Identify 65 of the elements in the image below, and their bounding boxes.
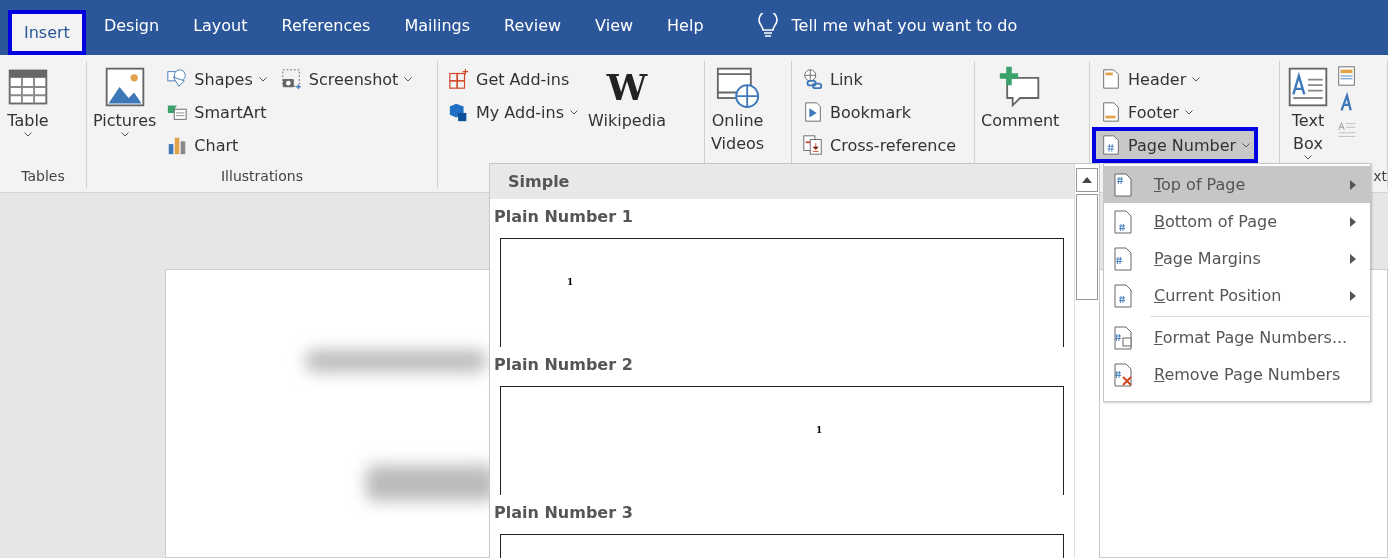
- menu-item[interactable]: Current Position: [1104, 277, 1370, 314]
- footer-icon: [1100, 101, 1122, 123]
- ribbon-button[interactable]: Bookmark: [798, 98, 961, 126]
- ribbon-button[interactable]: W Wikipedia: [588, 61, 667, 132]
- ribbon-tab[interactable]: Review: [488, 16, 578, 35]
- ribbon-button[interactable]: Footer: [1096, 98, 1255, 126]
- ribbon-button[interactable]: Table: [6, 61, 50, 137]
- page-number-icon: [1112, 209, 1134, 234]
- ribbon-tab[interactable]: Mailings: [388, 16, 486, 35]
- group-label: xt: [1372, 168, 1387, 186]
- page-number-preview[interactable]: 1: [500, 238, 1064, 347]
- ribbon-tab[interactable]: Help: [651, 16, 720, 35]
- menu-item[interactable]: Top of Page: [1104, 166, 1370, 203]
- gallery-item-title: Plain Number 3: [493, 502, 634, 524]
- camera-icon: [280, 68, 303, 90]
- search-field[interactable]: Tell me what you want to do: [791, 16, 1018, 35]
- page-number-icon: [1112, 362, 1134, 387]
- ribbon-button[interactable]: Text Box: [1286, 61, 1330, 160]
- bookmark-icon: [802, 101, 824, 123]
- shapes-icon: [166, 68, 189, 90]
- group-label: Illustrations: [220, 168, 304, 186]
- ribbon-button[interactable]: Header: [1096, 65, 1255, 93]
- ribbon-tab[interactable]: Insert: [8, 10, 86, 55]
- ribbon-button[interactable]: Cross-reference: [798, 131, 961, 159]
- ribbon-button[interactable]: Screenshot: [276, 65, 417, 93]
- page-number-icon: [1112, 325, 1134, 350]
- cover-page-icon: [1336, 65, 1358, 87]
- text-box-icon: [1286, 65, 1330, 109]
- menu-item[interactable]: Bottom of Page: [1104, 203, 1370, 240]
- ribbon-button[interactable]: Shapes: [162, 65, 271, 93]
- menu-item[interactable]: Page Margins: [1104, 240, 1370, 277]
- page-number-text: 1: [567, 277, 574, 287]
- ribbon-button[interactable]: SmartArt: [162, 98, 271, 126]
- triangle-up-icon: [1082, 177, 1092, 183]
- film-globe-icon: [715, 65, 760, 109]
- ribbon-tab[interactable]: Design: [87, 16, 176, 35]
- header-icon: [1100, 68, 1122, 90]
- ribbon-button[interactable]: My Add-ins: [444, 98, 583, 126]
- link-icon: [802, 68, 824, 90]
- scroll-up-button[interactable]: [1076, 168, 1098, 192]
- ribbon-button[interactable]: Chart: [162, 131, 271, 159]
- menu-item[interactable]: Format Page Numbers...: [1104, 319, 1370, 356]
- gallery-item-title: Plain Number 2: [493, 354, 634, 376]
- ribbon-tab[interactable]: View: [579, 16, 650, 35]
- lightbulb-icon: [757, 12, 778, 39]
- gallery-item-title: Plain Number 1: [493, 206, 634, 228]
- ribbon-tab[interactable]: References: [265, 16, 387, 35]
- page-number-icon: [1100, 134, 1122, 156]
- ribbon-button[interactable]: Pictures: [93, 61, 157, 137]
- page-number-icon: [1112, 246, 1134, 271]
- ribbon-button[interactable]: Get Add-ins: [444, 65, 583, 93]
- page-number-preview[interactable]: 1: [500, 386, 1064, 495]
- ribbon-button[interactable]: Link: [798, 65, 961, 93]
- page-number-text: 1: [816, 425, 823, 435]
- scrollbar-thumb[interactable]: [1076, 194, 1098, 300]
- ribbon-button[interactable]: Comment: [981, 61, 1060, 132]
- menu-item[interactable]: Remove Page Numbers: [1104, 356, 1370, 393]
- group-label: Tables: [20, 168, 66, 186]
- add-ins-icon: [448, 68, 470, 90]
- gallery-section-header: Simple: [490, 164, 1074, 199]
- ribbon-tab[interactable]: Layout: [177, 16, 264, 35]
- cross-reference-icon: [802, 134, 824, 156]
- ribbon-button[interactable]: Online Videos: [711, 61, 765, 155]
- page-number-icon: [1112, 283, 1134, 308]
- page-number-icon: [1112, 172, 1134, 197]
